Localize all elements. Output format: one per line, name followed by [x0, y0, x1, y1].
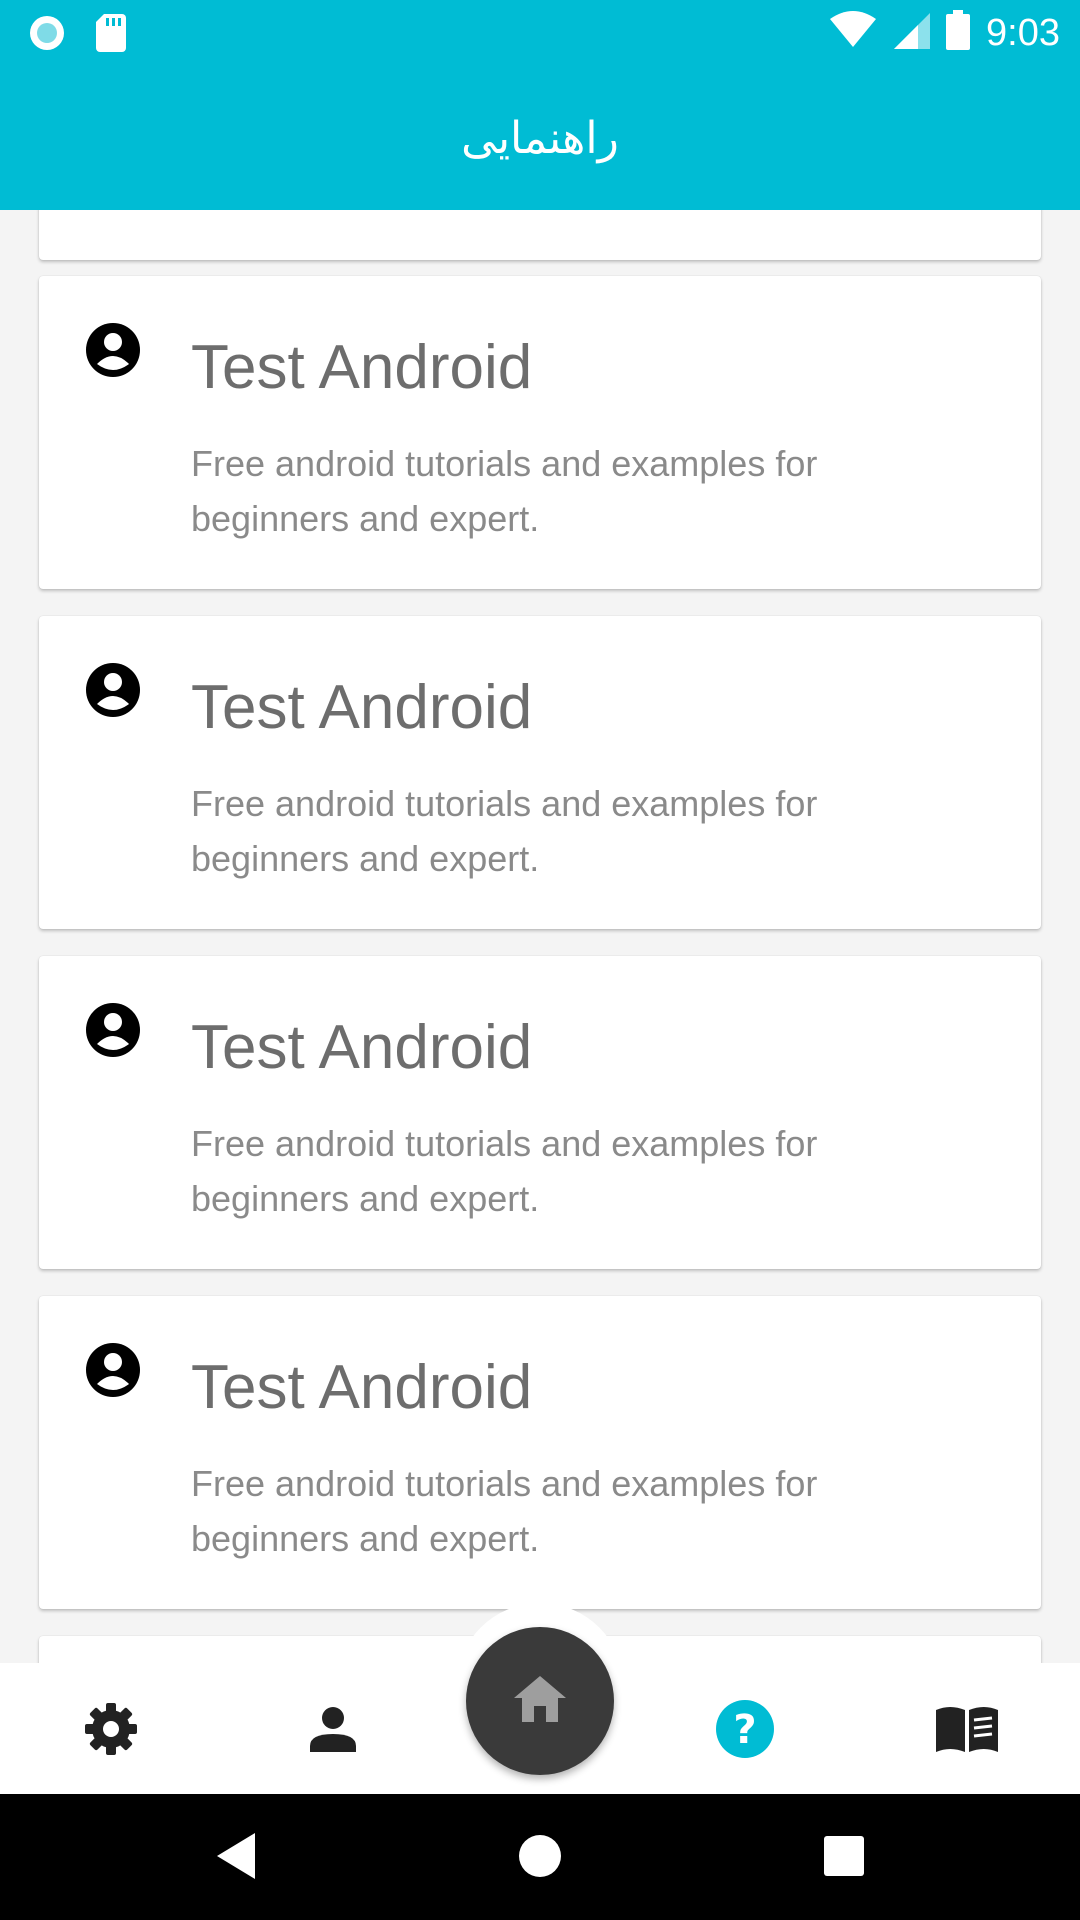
card-title: Test Android: [191, 673, 533, 742]
card-title: Test Android: [191, 1013, 533, 1082]
home-icon: [514, 1675, 566, 1727]
home-nav-button[interactable]: [512, 1830, 568, 1886]
status-bar: 9:03: [0, 0, 1080, 63]
nav-book[interactable]: [935, 1699, 999, 1763]
nav-profile[interactable]: [301, 1699, 365, 1763]
card-partial[interactable]: [39, 210, 1041, 260]
card-title: Test Android: [191, 333, 533, 402]
nav-help[interactable]: ?: [713, 1699, 777, 1763]
settings-icon: [83, 1701, 139, 1762]
page-title: راهنمایی: [461, 113, 619, 164]
notification-circle-icon: [28, 14, 66, 57]
card-description: Free android tutorials and examples for …: [191, 1463, 818, 1559]
home-button[interactable]: [466, 1627, 614, 1775]
card[interactable]: Test Android Free android tutorials and …: [39, 956, 1041, 1269]
system-navigation-bar: [0, 1794, 1080, 1920]
card-description: Free android tutorials and examples for …: [191, 1123, 818, 1219]
card-list[interactable]: Test Android Free android tutorials and …: [0, 210, 1080, 1663]
card-description: Free android tutorials and examples for …: [191, 783, 818, 879]
account-circle-icon: [85, 1342, 141, 1398]
card-description: Free android tutorials and examples for …: [191, 443, 818, 539]
wifi-icon: [830, 11, 877, 54]
recents-icon: [824, 1835, 864, 1881]
sd-card-icon: [96, 14, 126, 57]
person-icon: [308, 1704, 358, 1759]
svg-text:?: ?: [733, 1707, 756, 1753]
help-icon: ?: [715, 1699, 775, 1764]
book-icon: [934, 1704, 1000, 1759]
card[interactable]: Test Android Free android tutorials and …: [39, 616, 1041, 929]
account-circle-icon: [85, 1002, 141, 1058]
card[interactable]: Test Android Free android tutorials and …: [39, 1296, 1041, 1609]
app-bar: راهنمایی: [0, 63, 1080, 210]
account-circle-icon: [85, 662, 141, 718]
account-circle-icon: [85, 322, 141, 378]
back-icon: [213, 1831, 259, 1886]
cell-signal-icon: [892, 11, 931, 54]
battery-icon: [946, 10, 971, 55]
back-button[interactable]: [208, 1830, 264, 1886]
card-title: Test Android: [191, 1353, 533, 1422]
card[interactable]: Test Android Free android tutorials and …: [39, 276, 1041, 589]
nav-settings[interactable]: [79, 1699, 143, 1763]
recents-button[interactable]: [816, 1830, 872, 1886]
status-time: 9:03: [986, 11, 1060, 54]
home-circle-icon: [517, 1833, 563, 1884]
